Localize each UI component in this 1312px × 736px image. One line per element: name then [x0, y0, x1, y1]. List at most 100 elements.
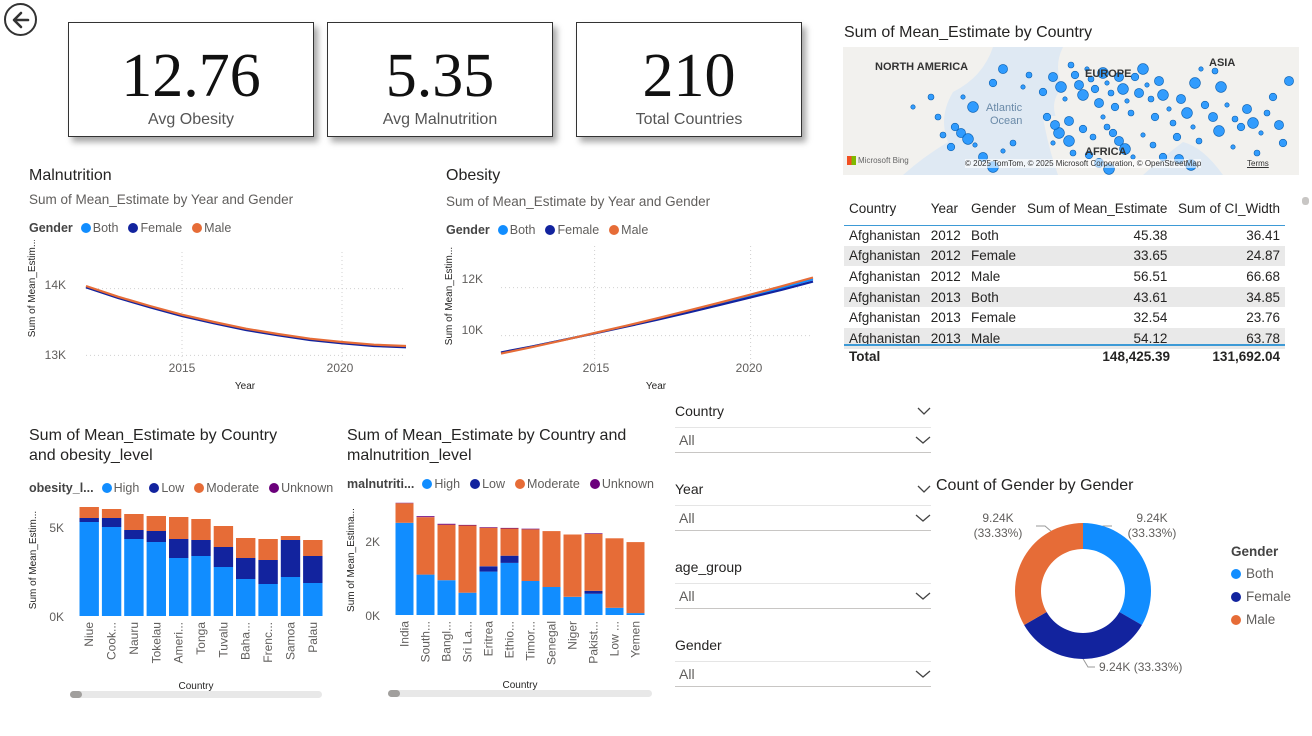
bar-segment-high[interactable] — [191, 556, 211, 616]
map-bubble[interactable] — [1063, 135, 1075, 147]
bar-segment-moderate[interactable] — [605, 538, 624, 608]
bar-segment-unknown[interactable] — [584, 533, 603, 534]
bar-segment-moderate[interactable] — [303, 540, 323, 556]
bar-segment-moderate[interactable] — [437, 524, 456, 581]
map-bubble[interactable] — [1200, 100, 1210, 110]
bar-segment-low[interactable] — [479, 566, 498, 572]
map-bubble[interactable] — [1268, 92, 1278, 102]
bar-segment-high[interactable] — [280, 577, 301, 616]
map-bubble[interactable] — [1064, 116, 1074, 126]
bar-segment-low[interactable] — [124, 530, 144, 539]
map-bubble[interactable] — [1231, 115, 1239, 123]
bar-segment-moderate[interactable] — [236, 538, 256, 558]
legend-item-both[interactable]: Both — [80, 221, 118, 235]
bar-segment-unknown[interactable] — [500, 527, 519, 529]
map-bubble[interactable] — [1020, 84, 1026, 90]
bar-segment-high[interactable] — [458, 592, 477, 615]
map-bubble[interactable] — [1062, 96, 1068, 102]
map-bubble[interactable] — [1147, 95, 1155, 103]
bar-segment-high[interactable] — [500, 562, 519, 615]
chevron-down-icon[interactable] — [917, 484, 931, 494]
column-header[interactable]: Sum of CI_Width — [1172, 193, 1285, 225]
bar-segment-high[interactable] — [416, 574, 435, 615]
bar-segment-moderate[interactable] — [258, 539, 278, 560]
bar-segment-moderate[interactable] — [191, 519, 211, 540]
map-bubble[interactable] — [960, 94, 966, 100]
legend-item-both[interactable]: Both — [1231, 566, 1291, 581]
bar-segment-high[interactable] — [79, 522, 99, 616]
map-bubble[interactable] — [934, 113, 942, 121]
map-bubble[interactable] — [1048, 72, 1058, 82]
legend-item-male[interactable]: Male — [609, 223, 648, 237]
legend-item-female[interactable]: Female — [1231, 589, 1291, 604]
map-bubble[interactable] — [1242, 104, 1252, 114]
map-bubble[interactable] — [1284, 76, 1294, 86]
legend-item-female[interactable]: Female — [128, 221, 182, 235]
map-bubble[interactable] — [1215, 81, 1227, 93]
map-bubble[interactable] — [972, 142, 978, 148]
map-bubble[interactable] — [1258, 130, 1264, 136]
legend-item-both[interactable]: Both — [497, 223, 535, 237]
map-bubble[interactable] — [1278, 138, 1288, 148]
bar-segment-low[interactable] — [584, 590, 603, 594]
bar-segment-unknown[interactable] — [458, 524, 477, 526]
bar-segment-moderate[interactable] — [500, 528, 519, 556]
bar-segment-low[interactable] — [191, 540, 211, 556]
map-bubble[interactable] — [1154, 76, 1164, 86]
malnutrition-bar-chart[interactable]: Sum of Mean_Estima... Country 2K 0K Indi… — [342, 496, 658, 694]
legend-item-male[interactable]: Male — [192, 221, 231, 235]
map-bubble[interactable] — [1067, 61, 1075, 69]
map-bubble[interactable] — [1144, 82, 1150, 88]
bar-segment-low[interactable] — [236, 558, 256, 579]
bar-segment-moderate[interactable] — [521, 529, 540, 581]
map-bubble[interactable] — [1127, 109, 1135, 117]
bar-segment-low[interactable] — [500, 555, 519, 563]
legend-item-high[interactable]: High — [422, 477, 460, 491]
map-bubble[interactable] — [962, 133, 974, 145]
bar-segment-moderate[interactable] — [584, 533, 603, 591]
gender-donut-chart[interactable]: 9.24K (33.33%) 9.24K (33.33%) 9.24K (33.33… — [940, 500, 1220, 690]
legend-item-female[interactable]: Female — [545, 223, 599, 237]
table-scrollbar[interactable] — [1302, 197, 1309, 205]
bar-segment-high[interactable] — [521, 581, 540, 615]
bar-segment-moderate[interactable] — [79, 507, 99, 518]
table-row[interactable]: Afghanistan 2012 Male 56.51 66.68 — [844, 266, 1285, 287]
bar-segment-high[interactable] — [303, 583, 323, 616]
map-bubble[interactable] — [1236, 122, 1246, 132]
bar-segment-moderate[interactable] — [146, 516, 166, 531]
obesity-line-chart[interactable]: Sum of Mean_Estim... Year 12K 10K 2015 2… — [441, 242, 821, 398]
column-header[interactable]: Sum of Mean_Estimate — [1021, 193, 1172, 225]
age-group-dropdown[interactable]: All — [675, 583, 931, 609]
map-bubble[interactable] — [1274, 120, 1284, 130]
map-bubble[interactable] — [910, 104, 916, 110]
map-bubble[interactable] — [1055, 81, 1067, 93]
map-bubble[interactable] — [1157, 89, 1169, 101]
malnutrition-bar-scrollbar[interactable] — [388, 690, 652, 697]
map-bubble[interactable] — [1230, 144, 1236, 150]
bar-segment-moderate[interactable] — [169, 517, 189, 539]
malnutrition-line-chart[interactable]: Sum of Mean_Estim... Year 14K 13K 2015 2… — [24, 240, 420, 398]
bar-segment-low[interactable] — [213, 547, 234, 567]
map-bubble[interactable] — [939, 131, 947, 139]
map-bubble[interactable] — [1117, 83, 1129, 95]
legend-item-male[interactable]: Male — [1231, 612, 1291, 627]
bar-segment-low[interactable] — [101, 518, 122, 527]
map-bubble[interactable] — [1038, 87, 1048, 97]
bar-segment-high[interactable] — [236, 579, 256, 616]
table-row[interactable]: Afghanistan 2013 Both 43.61 34.85 — [844, 286, 1285, 308]
bar-segment-moderate[interactable] — [416, 517, 435, 575]
map-bubble[interactable] — [1149, 141, 1157, 149]
map-bubble[interactable] — [1077, 89, 1089, 101]
map-bubble[interactable] — [946, 142, 956, 152]
map-bubble[interactable] — [1009, 139, 1017, 147]
map-bubble[interactable] — [1190, 124, 1196, 130]
map-bubble[interactable] — [1247, 117, 1259, 129]
map-bubble[interactable] — [1094, 98, 1104, 108]
map-bubble[interactable] — [1130, 72, 1140, 82]
scroll-thumb[interactable] — [388, 690, 400, 697]
bar-segment-high[interactable] — [437, 580, 456, 615]
bar-segment-moderate[interactable] — [395, 503, 414, 523]
map-bubble[interactable] — [1263, 109, 1271, 117]
map-bubble[interactable] — [1198, 66, 1204, 72]
map-bubble[interactable] — [1166, 106, 1172, 112]
